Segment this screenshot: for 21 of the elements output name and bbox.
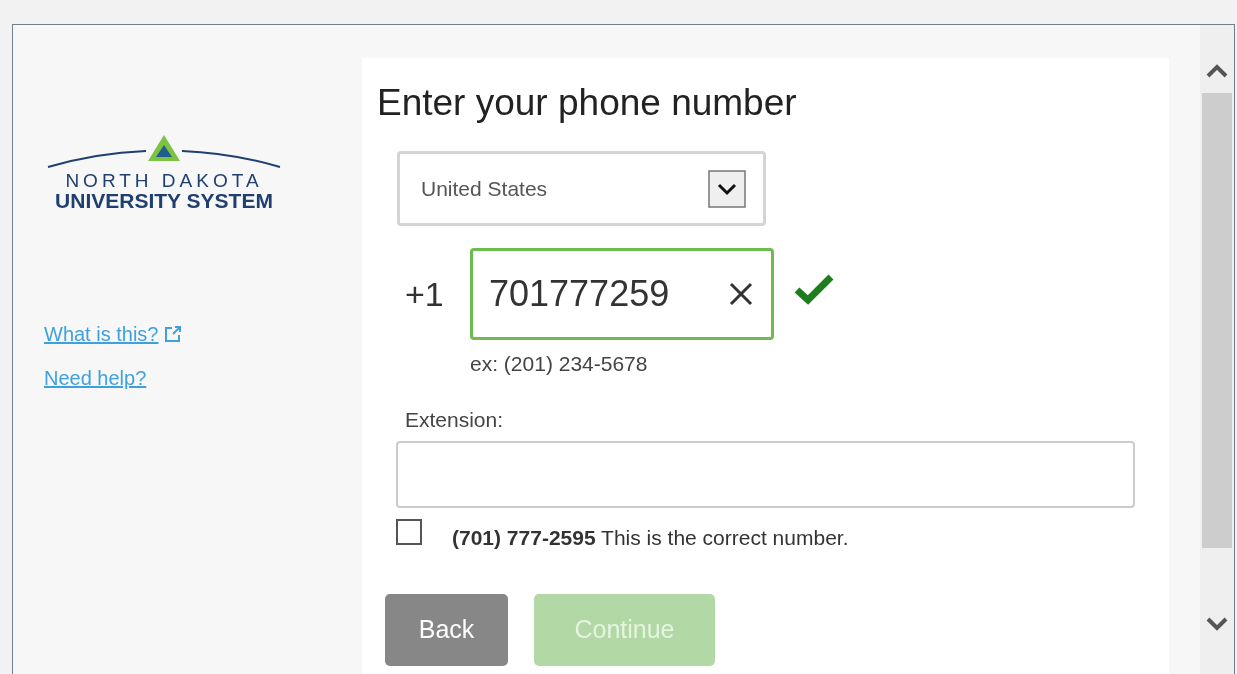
- scrollbar-thumb[interactable]: [1202, 93, 1232, 548]
- chevron-down-icon: [708, 169, 746, 208]
- page-heading: Enter your phone number: [377, 81, 797, 125]
- confirm-label: (701) 777-2595 This is the correct number.: [452, 525, 849, 552]
- logo-subtitle: UNIVERSITY SYSTEM: [55, 190, 273, 211]
- logo-emblem-icon: [46, 133, 282, 169]
- extension-label: Extension:: [405, 406, 504, 433]
- scrollbar[interactable]: [1200, 25, 1234, 674]
- scroll-down-icon[interactable]: [1205, 616, 1229, 632]
- confirm-checkbox[interactable]: [396, 519, 422, 545]
- extension-input[interactable]: [396, 441, 1135, 509]
- phone-example: ex: (201) 234-5678: [470, 351, 648, 378]
- help-link[interactable]: Need help?: [44, 363, 147, 393]
- clear-icon[interactable]: [728, 281, 754, 308]
- country-code: +1: [405, 273, 445, 315]
- scroll-up-icon[interactable]: [1205, 63, 1229, 79]
- logo-title: NORTH DAKOTA: [65, 171, 263, 190]
- phone-input[interactable]: 701777259: [470, 248, 774, 341]
- country-select[interactable]: United States: [397, 151, 766, 227]
- back-button[interactable]: Back: [385, 593, 508, 666]
- help-link[interactable]: What is this?: [44, 319, 183, 349]
